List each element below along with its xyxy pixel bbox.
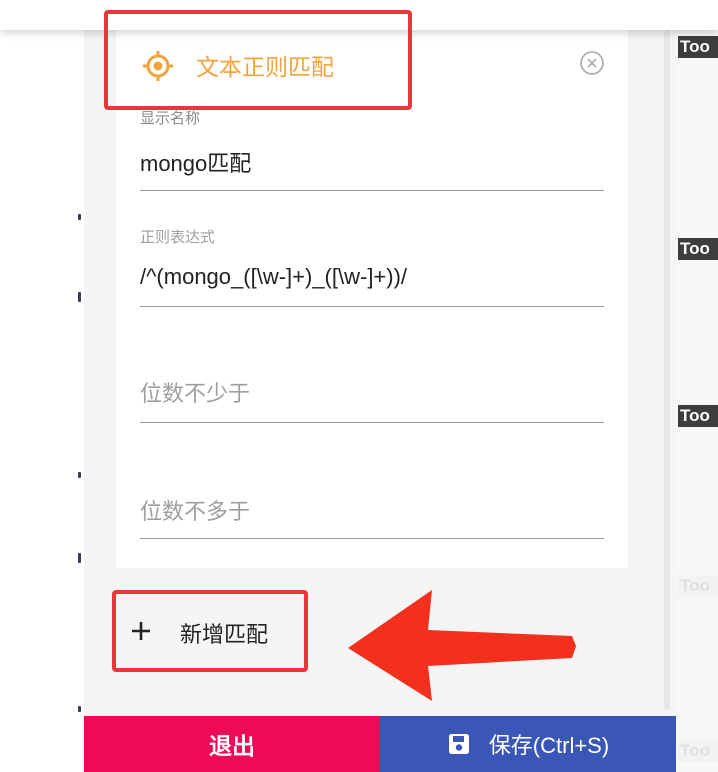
- regex-field[interactable]: 正则表达式 /^(mongo_([\w-]+)_([\w-]+))/: [140, 229, 604, 309]
- rule-type-title: 文本正则匹配: [196, 54, 334, 80]
- scrollbar[interactable]: [664, 30, 670, 710]
- field-underline: [140, 190, 604, 191]
- max-digits-field[interactable]: 位数不多于: [140, 496, 604, 542]
- background-tool-tag: Too: [678, 575, 718, 597]
- add-match-button[interactable]: 新增匹配: [116, 602, 301, 664]
- background-mark: [78, 553, 81, 563]
- background-mark: [78, 706, 81, 712]
- background-mark: [78, 214, 81, 220]
- min-digits-field[interactable]: 位数不少于: [140, 378, 604, 424]
- regex-value[interactable]: /^(mongo_([\w-]+)_([\w-]+))/: [140, 263, 407, 291]
- background-page-left: [0, 0, 84, 772]
- background-tool-tag: Too: [678, 740, 718, 762]
- field-underline: [140, 538, 604, 539]
- min-digits-input[interactable]: 位数不少于: [140, 380, 250, 408]
- plus-icon: [130, 619, 160, 647]
- add-match-label: 新增匹配: [180, 622, 269, 647]
- background-page-right: [676, 0, 718, 772]
- background-mark: [78, 472, 81, 478]
- field-underline: [140, 306, 604, 307]
- field-underline: [140, 422, 604, 423]
- exit-button[interactable]: 退出: [84, 716, 380, 772]
- max-digits-input[interactable]: 位数不多于: [140, 498, 250, 526]
- display-name-label: 显示名称: [140, 110, 201, 127]
- display-name-field[interactable]: 显示名称 mongo匹配: [140, 110, 604, 192]
- target-icon: [143, 51, 173, 81]
- background-tool-tag: Too: [678, 405, 718, 427]
- display-name-value[interactable]: mongo匹配: [140, 150, 251, 178]
- save-label: 保存(Ctrl+S): [488, 733, 610, 758]
- top-bar: [0, 0, 718, 30]
- background-tool-tag: Too: [678, 238, 718, 260]
- exit-label: 退出: [209, 733, 255, 759]
- regex-label: 正则表达式: [140, 229, 216, 246]
- background-mark: [78, 292, 81, 302]
- floppy-disk-icon: [448, 734, 469, 754]
- circle-close-icon[interactable]: [579, 50, 605, 76]
- save-button[interactable]: 保存(Ctrl+S): [380, 716, 676, 772]
- background-tool-tag: Too: [678, 36, 718, 58]
